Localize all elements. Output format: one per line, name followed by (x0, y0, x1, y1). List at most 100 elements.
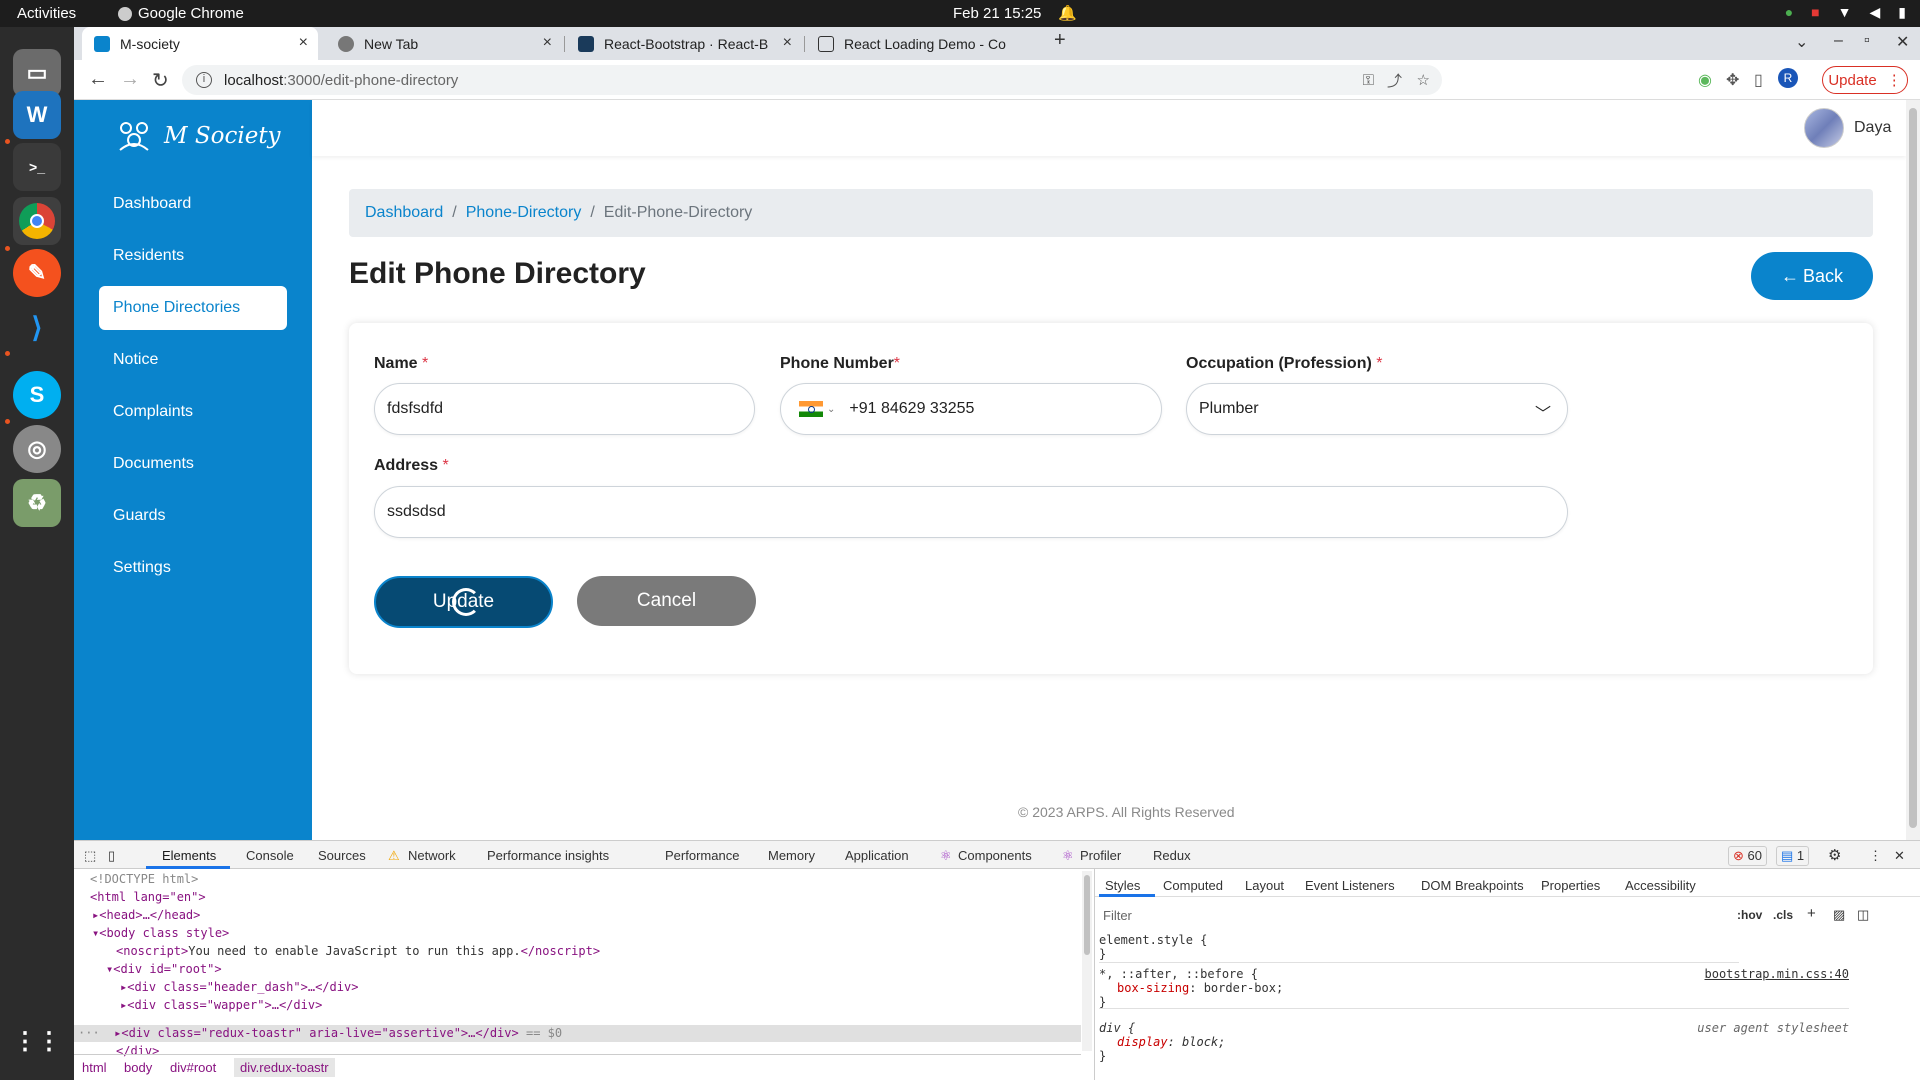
maximize-button[interactable]: ▫ (1864, 32, 1870, 50)
devtools-tab-performance-insights[interactable]: Performance insights (487, 848, 609, 863)
sidebar-item-dashboard[interactable]: Dashboard (99, 182, 287, 226)
minimize-button[interactable]: – (1834, 32, 1843, 50)
address-input[interactable]: ssdsdsd (374, 486, 1568, 538)
styles-tab-styles[interactable]: Styles (1105, 878, 1140, 893)
styles-tab-event-listeners[interactable]: Event Listeners (1305, 878, 1395, 893)
device-toolbar-icon[interactable]: ▯ (108, 848, 115, 864)
forward-arrow-icon[interactable]: → (120, 68, 140, 91)
close-icon[interactable]: × (299, 34, 308, 52)
rule-declaration[interactable]: display: block; (1099, 1035, 1849, 1049)
styles-tab-computed[interactable]: Computed (1163, 878, 1223, 893)
code-html[interactable]: <html lang="en"> (90, 890, 206, 904)
more-vert-icon[interactable]: ⋮ (1869, 848, 1882, 864)
star-icon[interactable]: ☆ (1417, 71, 1430, 89)
styles-tab-accessibility[interactable]: Accessibility (1625, 878, 1696, 893)
devtools-tab-console[interactable]: Console (246, 848, 294, 863)
tab-m-society[interactable]: M-society × (82, 27, 318, 60)
code-noscript[interactable]: <noscript>You need to enable JavaScript … (116, 944, 600, 958)
reload-icon[interactable]: ↻ (152, 68, 169, 93)
scrollbar-thumb[interactable] (1909, 108, 1917, 828)
close-icon[interactable]: × (543, 34, 552, 52)
chrome-icon[interactable] (13, 197, 61, 245)
skype-icon[interactable]: S (13, 371, 61, 419)
activities-button[interactable]: Activities (17, 5, 76, 22)
disc-icon[interactable]: ◎ (13, 425, 61, 473)
inspect-icon[interactable]: ⬚ (84, 848, 96, 864)
code-head[interactable]: ▸<head>…</head> (92, 908, 200, 922)
error-count-badge[interactable]: ⊗ 60 (1728, 846, 1767, 866)
add-rule-icon[interactable]: + (1807, 905, 1816, 922)
close-window-button[interactable]: ✕ (1896, 32, 1909, 52)
styles-tab-properties[interactable]: Properties (1541, 878, 1600, 893)
sidebar-item-guards[interactable]: Guards (99, 494, 287, 538)
cls-toggle[interactable]: .cls (1773, 908, 1793, 922)
update-button[interactable]: Update (374, 576, 553, 628)
devtools-tab-profiler[interactable]: Profiler (1080, 848, 1121, 863)
rule-selector[interactable]: element.style { (1099, 933, 1739, 947)
devtools-tab-elements[interactable]: Elements (162, 848, 216, 863)
settings-gear-icon[interactable]: ⚙ (1828, 846, 1841, 864)
crumb-html[interactable]: html (82, 1060, 107, 1075)
breadcrumb-dashboard[interactable]: Dashboard (365, 204, 443, 222)
clock[interactable]: Feb 21 15:25 (953, 5, 1041, 22)
user-menu[interactable]: Daya ﹀ (1804, 108, 1920, 148)
code-div-root[interactable]: ▾<div id="root"> (106, 962, 222, 976)
crumb-div-redux-toastr[interactable]: div.redux-toastr (234, 1058, 335, 1077)
profile-avatar[interactable]: R (1778, 68, 1798, 88)
paint-icon[interactable]: ▨ (1833, 907, 1845, 923)
sidebar-item-phone-directories[interactable]: Phone Directories (99, 286, 287, 330)
sidebar-item-notice[interactable]: Notice (99, 338, 287, 382)
back-button[interactable]: ← Back (1751, 252, 1873, 300)
app-grid-icon[interactable]: ⋮⋮ (13, 1017, 61, 1065)
code-redux-toastr[interactable]: ··· ▸<div class="redux-toastr" aria-live… (78, 1026, 562, 1040)
rule-source-link[interactable]: bootstrap.min.css:40 (1705, 967, 1850, 981)
devtools-tab-components[interactable]: Components (958, 848, 1032, 863)
styles-tab-dom-breakpoints[interactable]: DOM Breakpoints (1421, 878, 1524, 893)
devtools-tab-network[interactable]: Network (408, 848, 456, 863)
devtools-tab-sources[interactable]: Sources (318, 848, 366, 863)
message-count-badge[interactable]: ▤ 1 (1776, 846, 1810, 866)
back-arrow-icon[interactable]: ← (88, 68, 108, 91)
india-flag-icon[interactable] (799, 401, 823, 417)
side-panel-icon[interactable]: ▯ (1754, 70, 1763, 90)
occupation-select[interactable]: Plumber ﹀ (1186, 383, 1568, 435)
page-scrollbar[interactable] (1906, 100, 1920, 840)
code-body[interactable]: ▾<body class style> (92, 926, 229, 940)
sidebar-item-settings[interactable]: Settings (99, 546, 287, 590)
devtools-tab-performance[interactable]: Performance (665, 848, 739, 863)
new-tab-button[interactable]: + (1054, 29, 1066, 52)
rule-declaration[interactable]: box-sizing: border-box; (1099, 981, 1849, 995)
tab-react-loading-demo[interactable]: React Loading Demo - Co (806, 27, 1042, 60)
code-wapper[interactable]: ▸<div class="wapper">…</div> (120, 998, 322, 1012)
phone-input[interactable]: ⌄ +91 84629 33255 (780, 383, 1162, 435)
tab-react-bootstrap[interactable]: React-Bootstrap · React-B × (566, 27, 802, 60)
code-doctype[interactable]: <!DOCTYPE html> (90, 872, 198, 886)
sidebar-toggle-icon[interactable]: ◫ (1857, 907, 1869, 923)
devtools-tab-application[interactable]: Application (845, 848, 909, 863)
close-icon[interactable]: × (783, 34, 792, 52)
writer-icon[interactable]: W (13, 91, 61, 139)
trash-icon[interactable]: ♻ (13, 479, 61, 527)
tab-new-tab[interactable]: New Tab × (326, 27, 562, 60)
terminal-icon[interactable]: >_ (13, 143, 61, 191)
crumb-body[interactable]: body (124, 1060, 152, 1075)
styles-tab-layout[interactable]: Layout (1245, 878, 1284, 893)
pen-icon[interactable]: ✎ (13, 249, 61, 297)
site-info-icon[interactable]: i (196, 72, 212, 88)
key-icon[interactable]: ⚿ (1363, 72, 1374, 89)
sidebar-item-documents[interactable]: Documents (99, 442, 287, 486)
name-input[interactable]: fdsfsdfd (374, 383, 755, 435)
logo[interactable]: M Society (114, 116, 281, 156)
close-icon[interactable]: ✕ (1894, 848, 1905, 864)
devtools-tab-redux[interactable]: Redux (1153, 848, 1191, 863)
crumb-div-root[interactable]: div#root (170, 1060, 216, 1075)
app-menu[interactable]: Google Chrome (118, 5, 244, 22)
elements-scrollbar[interactable] (1082, 871, 1092, 1051)
sidebar-item-complaints[interactable]: Complaints (99, 390, 287, 434)
system-tray[interactable]: ● ■ ▼ ◀ ▮ (1785, 4, 1906, 21)
puzzle-icon[interactable]: ✥ (1726, 70, 1739, 90)
hov-toggle[interactable]: :hov (1737, 908, 1762, 922)
tab-search-icon[interactable]: ⌄ (1795, 32, 1808, 52)
address-bar[interactable]: i localhost:3000/edit-phone-directory ⚿ … (182, 65, 1442, 95)
devtools-tab-memory[interactable]: Memory (768, 848, 815, 863)
